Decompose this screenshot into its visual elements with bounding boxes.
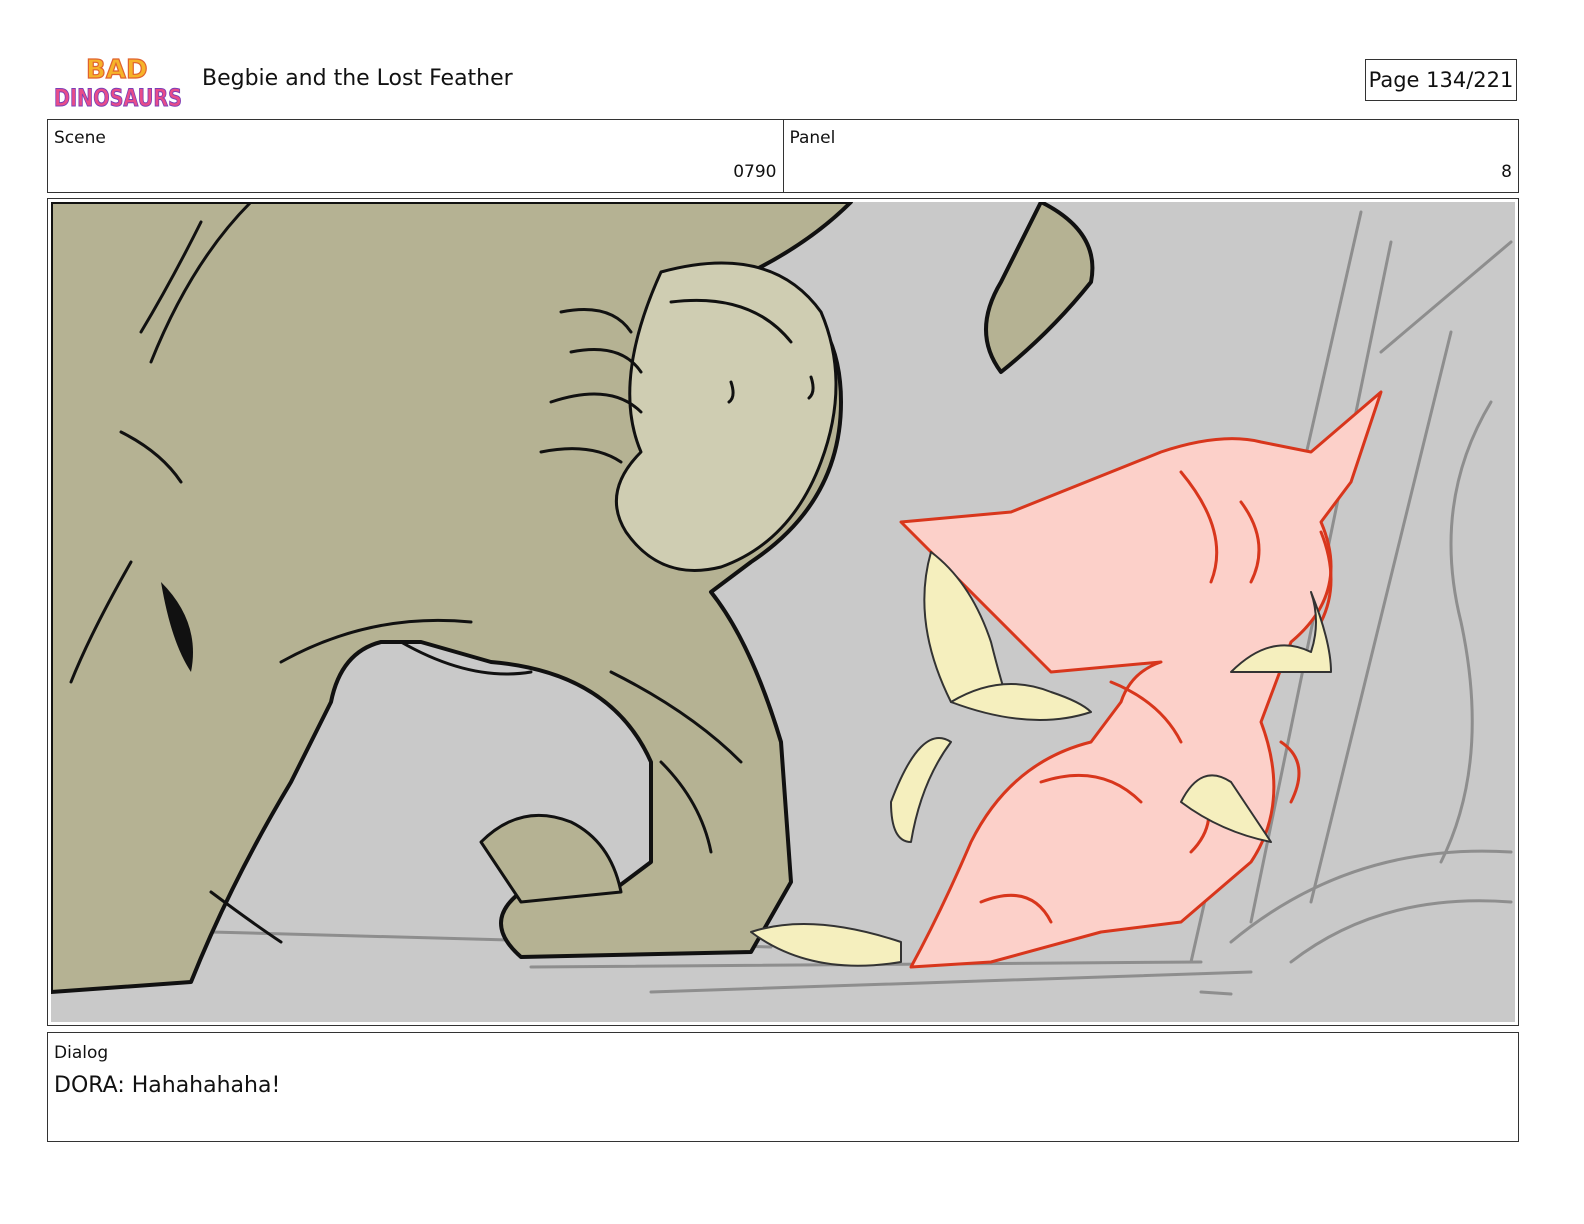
dialog-box: Dialog DORA: Hahahahaha! — [47, 1032, 1519, 1142]
scene-panel-row: Scene 0790 Panel 8 — [47, 119, 1519, 193]
dialog-label: Dialog — [54, 1043, 109, 1063]
document-title: Begbie and the Lost Feather — [202, 66, 513, 91]
storyboard-drawing — [51, 202, 1515, 1022]
svg-text:DINOSAURS: DINOSAURS — [54, 84, 182, 112]
svg-text:BAD: BAD — [86, 55, 148, 85]
panel-label: Panel — [789, 128, 836, 148]
scene-number: 0790 — [733, 162, 777, 182]
dialog-text: DORA: Hahahahaha! — [54, 1073, 281, 1098]
panel-cell: Panel 8 — [782, 120, 1519, 192]
bad-dinosaurs-logo: BAD DINOSAURS — [54, 54, 183, 112]
storyboard-frame — [47, 198, 1519, 1026]
scene-cell: Scene 0790 — [48, 120, 783, 192]
panel-number: 8 — [1501, 162, 1512, 182]
scene-label: Scene — [54, 128, 106, 148]
page-indicator: Page 134/221 — [1365, 59, 1517, 101]
